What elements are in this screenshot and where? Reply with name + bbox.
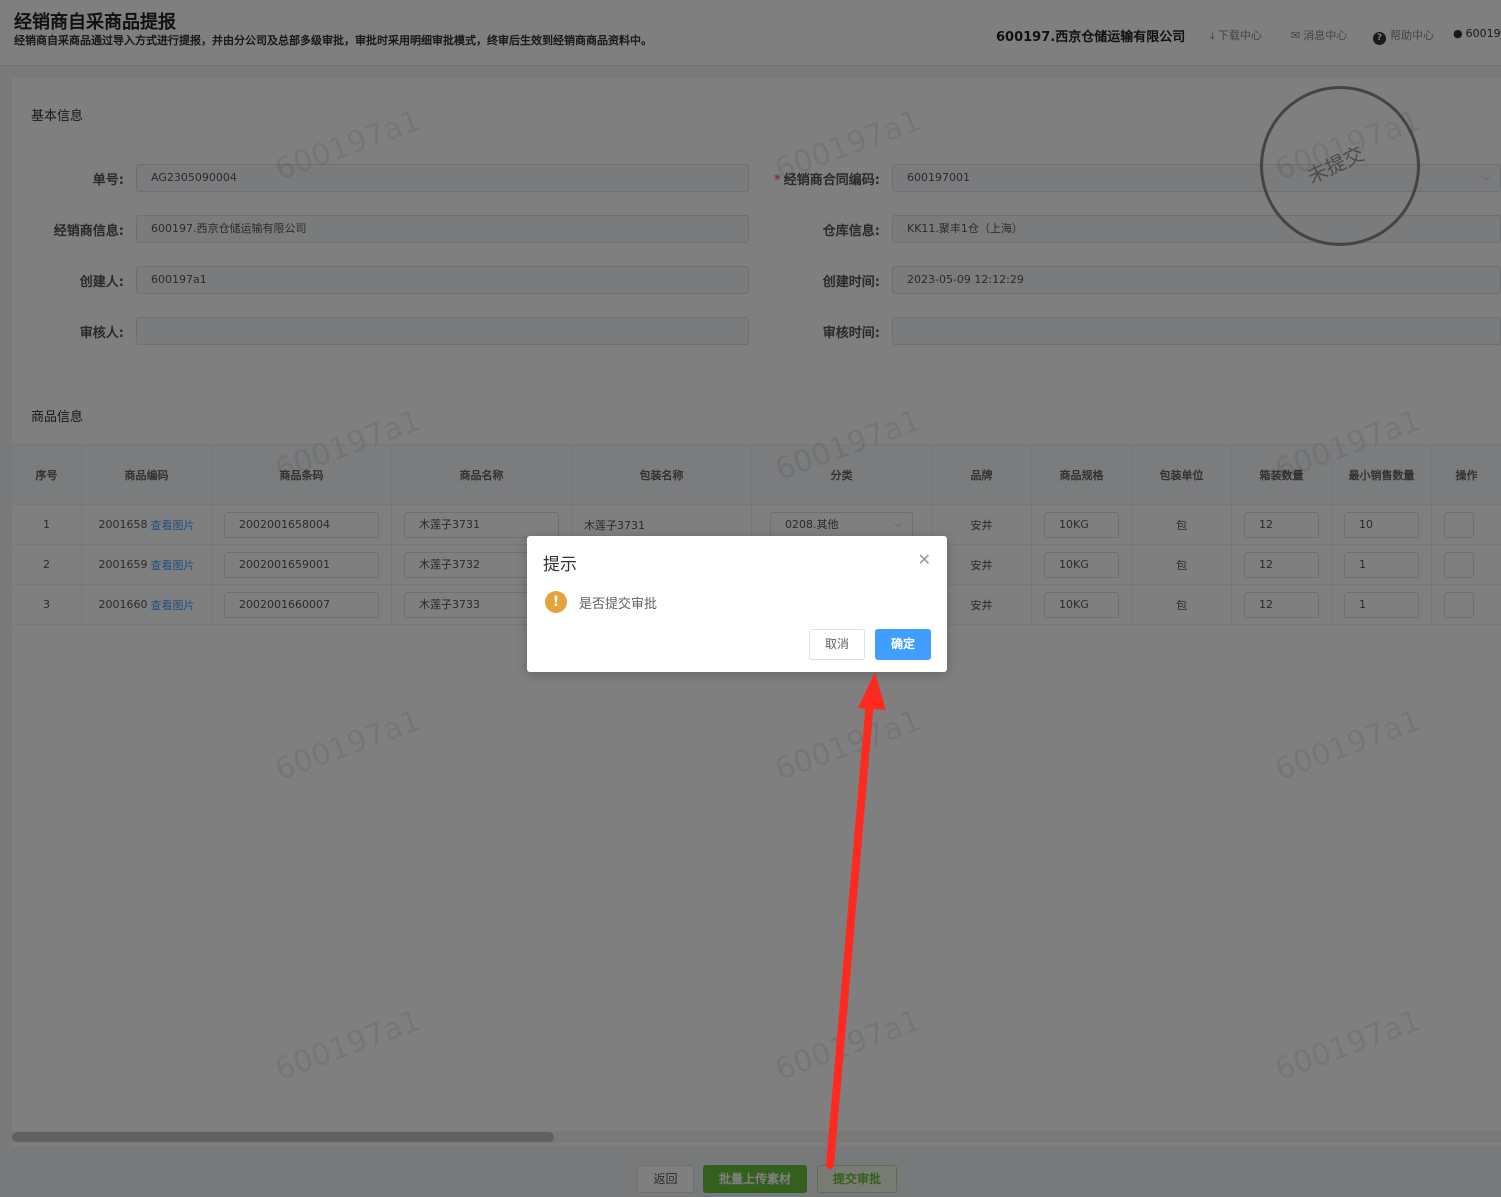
confirm-dialog: 提示 ✕ ! 是否提交审批 取消 确定 xyxy=(527,536,947,672)
dialog-message: 是否提交审批 xyxy=(579,597,658,612)
dialog-title: 提示 xyxy=(543,555,577,575)
warning-icon: ! xyxy=(545,591,567,613)
cancel-button[interactable]: 取消 xyxy=(809,629,865,660)
close-icon[interactable]: ✕ xyxy=(918,552,931,568)
confirm-button[interactable]: 确定 xyxy=(875,629,931,660)
